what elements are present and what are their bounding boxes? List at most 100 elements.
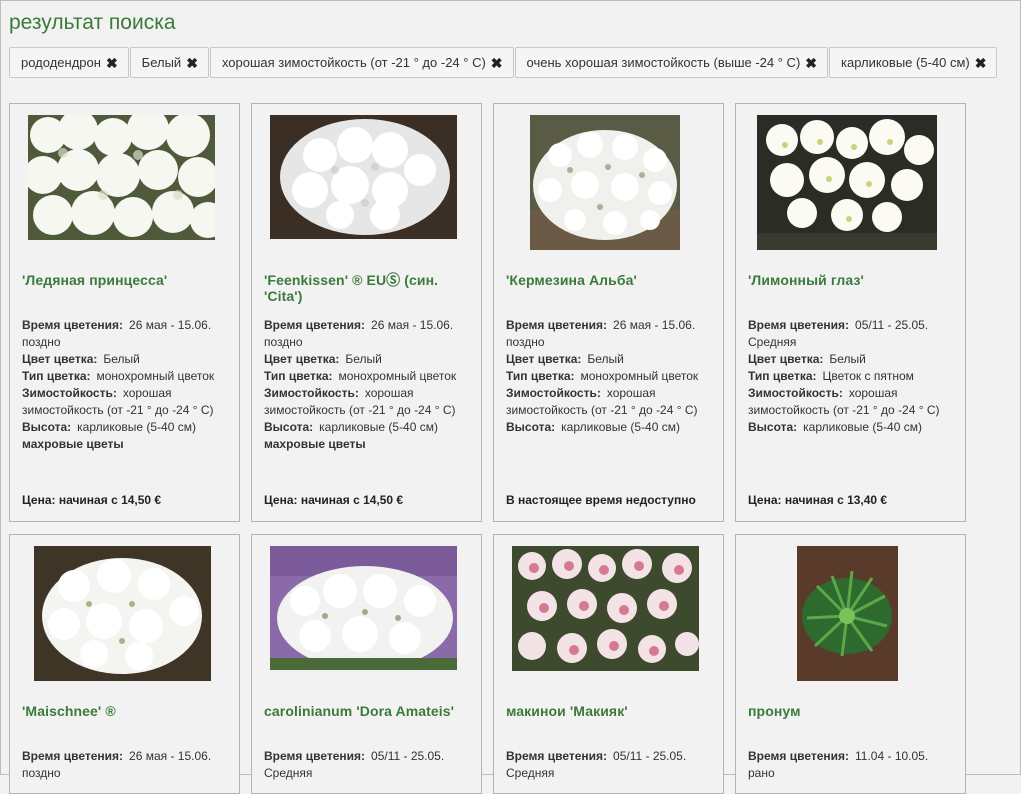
bloom-value: 26 мая - 15.06. [129, 318, 212, 332]
height-label: Высота: [22, 420, 72, 434]
product-name[interactable]: 'Ледяная принцесса' [22, 272, 229, 288]
extra-feature: махровые цветы [22, 437, 124, 451]
bloom-label: Время цветения: [748, 749, 850, 763]
bloom-value: 11.04 - 10.05. [855, 749, 929, 763]
hardiness-label: Зимостойкость: [22, 386, 117, 400]
bloom-value: 26 мая - 15.06. [129, 749, 212, 763]
color-value: Белый [103, 352, 140, 366]
height-value: карликовые (5-40 см) [803, 420, 922, 434]
hardiness-value: хорошая [364, 386, 414, 400]
bloom-note: Средняя [264, 766, 313, 780]
hardiness-value: хорошая [848, 386, 898, 400]
product-card[interactable]: макинои 'Макияк' Время цветения: 05/11 - … [493, 534, 724, 794]
product-name[interactable]: 'Кермезина Альба' [506, 272, 713, 288]
filter-chip-white[interactable]: Белый ✖ [129, 47, 209, 78]
hardiness-value: хорошая [606, 386, 656, 400]
bloom-label: Время цветения: [264, 318, 366, 332]
product-card[interactable]: 'Лимонный глаз' Время цветения: 05/11 - 2… [735, 103, 966, 522]
close-icon[interactable]: ✖ [186, 56, 198, 70]
hardiness-note: зимостойкость (от -21 ° до -24 ° C) [506, 403, 698, 417]
product-name[interactable]: carolinianum 'Dora Amateis' [264, 703, 471, 719]
product-image[interactable] [34, 546, 211, 681]
hardiness-note: зимостойкость (от -21 ° до -24 ° C) [264, 403, 456, 417]
bloom-note: Средняя [748, 335, 797, 349]
bloom-value: 26 мая - 15.06. [371, 318, 454, 332]
product-card[interactable]: 'Maischnee' ® Время цветения: 26 мая - 15… [9, 534, 240, 794]
bloom-value: 05/11 - 25.05. [371, 749, 445, 763]
height-value: карликовые (5-40 см) [561, 420, 680, 434]
bloom-label: Время цветения: [748, 318, 850, 332]
product-card[interactable]: 'Кермезина Альба' Время цветения: 26 мая … [493, 103, 724, 522]
price: Цена: начиная с 13,40 € [748, 493, 888, 507]
active-filters: рододендрон ✖ Белый ✖ хорошая зимостойкост… [9, 47, 998, 78]
product-info: Время цветения: 26 мая - 15.06. поздно [22, 748, 229, 782]
hardiness-note: зимостойкость (от -21 ° до -24 ° C) [22, 403, 214, 417]
color-value: Белый [345, 352, 382, 366]
height-value: карликовые (5-40 см) [319, 420, 438, 434]
filter-chip-rhododendron[interactable]: рододендрон ✖ [9, 47, 129, 78]
close-icon[interactable]: ✖ [975, 56, 987, 70]
color-value: Белый [587, 352, 624, 366]
bloom-label: Время цветения: [506, 749, 608, 763]
filter-chip-good-hardiness[interactable]: хорошая зимостойкость (от -21 ° до -24 °… [209, 47, 514, 78]
hardiness-label: Зимостойкость: [748, 386, 843, 400]
product-image[interactable] [797, 546, 898, 681]
color-label: Цвет цветка: [506, 352, 582, 366]
bloom-note: рано [748, 766, 775, 780]
product-image[interactable] [270, 546, 457, 670]
hardiness-label: Зимостойкость: [264, 386, 359, 400]
product-name[interactable]: 'Feenkissen' ® EUⓈ (син. 'Cita') [264, 272, 471, 304]
bloom-label: Время цветения: [22, 318, 124, 332]
hardiness-value: хорошая [122, 386, 172, 400]
filter-label: хорошая зимостойкость (от -21 ° до -24 °… [221, 55, 486, 70]
product-info: Время цветения: 05/11 - 25.05. Средняя Цв… [748, 317, 955, 436]
type-label: Тип цветка: [264, 369, 333, 383]
product-card[interactable]: 'Feenkissen' ® EUⓈ (син. 'Cita') Время ц… [251, 103, 482, 522]
bloom-note: поздно [22, 766, 61, 780]
product-image[interactable] [512, 546, 699, 671]
product-info: Время цветения: 26 мая - 15.06. поздно Цв… [506, 317, 713, 436]
product-name[interactable]: 'Maischnee' ® [22, 703, 229, 719]
bloom-note: поздно [22, 335, 61, 349]
bloom-label: Время цветения: [506, 318, 608, 332]
product-name[interactable]: пронум [748, 703, 955, 719]
bloom-value: 05/11 - 25.05. [613, 749, 687, 763]
product-image[interactable] [28, 115, 215, 240]
bloom-value: 26 мая - 15.06. [613, 318, 696, 332]
close-icon[interactable]: ✖ [106, 56, 118, 70]
filter-chip-dwarf[interactable]: карликовые (5-40 см) ✖ [829, 47, 998, 78]
product-card[interactable]: 'Ледяная принцесса' Время цветения: 26 ма… [9, 103, 240, 522]
product-image[interactable] [757, 115, 937, 250]
product-card[interactable]: пронум Время цветения: 11.04 - 10.05. ран… [735, 534, 966, 794]
bloom-label: Время цветения: [22, 749, 124, 763]
product-info: Время цветения: 05/11 - 25.05. Средняя [264, 748, 471, 782]
hardiness-label: Зимостойкость: [506, 386, 601, 400]
type-value: монохромный цветок [338, 369, 457, 383]
filter-label: очень хорошая зимостойкость (выше -24 ° … [526, 55, 801, 70]
product-card[interactable]: carolinianum 'Dora Amateis' Время цветен… [251, 534, 482, 794]
type-value: монохромный цветок [580, 369, 699, 383]
height-label: Высота: [748, 420, 798, 434]
extra-feature: махровые цветы [264, 437, 366, 451]
filter-label: Белый [141, 55, 182, 70]
price: Цена: начиная с 14,50 € [264, 493, 404, 507]
filter-label: рододендрон [21, 55, 101, 70]
availability-status: В настоящее время недоступно [506, 493, 696, 507]
color-label: Цвет цветка: [748, 352, 824, 366]
close-icon[interactable]: ✖ [491, 56, 503, 70]
height-label: Высота: [506, 420, 556, 434]
product-name[interactable]: 'Лимонный глаз' [748, 272, 955, 288]
filter-chip-very-good-hardiness[interactable]: очень хорошая зимостойкость (выше -24 ° … [514, 47, 829, 78]
type-value: монохромный цветок [96, 369, 215, 383]
product-image[interactable] [270, 115, 457, 239]
product-name[interactable]: макинои 'Макияк' [506, 703, 713, 719]
close-icon[interactable]: ✖ [805, 56, 817, 70]
type-label: Тип цветка: [22, 369, 91, 383]
type-label: Тип цветка: [748, 369, 817, 383]
product-image[interactable] [530, 115, 680, 250]
page-title: результат поиска [9, 11, 176, 34]
color-label: Цвет цветка: [264, 352, 340, 366]
product-info: Время цветения: 26 мая - 15.06. поздно Цв… [22, 317, 229, 453]
color-value: Белый [829, 352, 866, 366]
height-label: Высота: [264, 420, 314, 434]
